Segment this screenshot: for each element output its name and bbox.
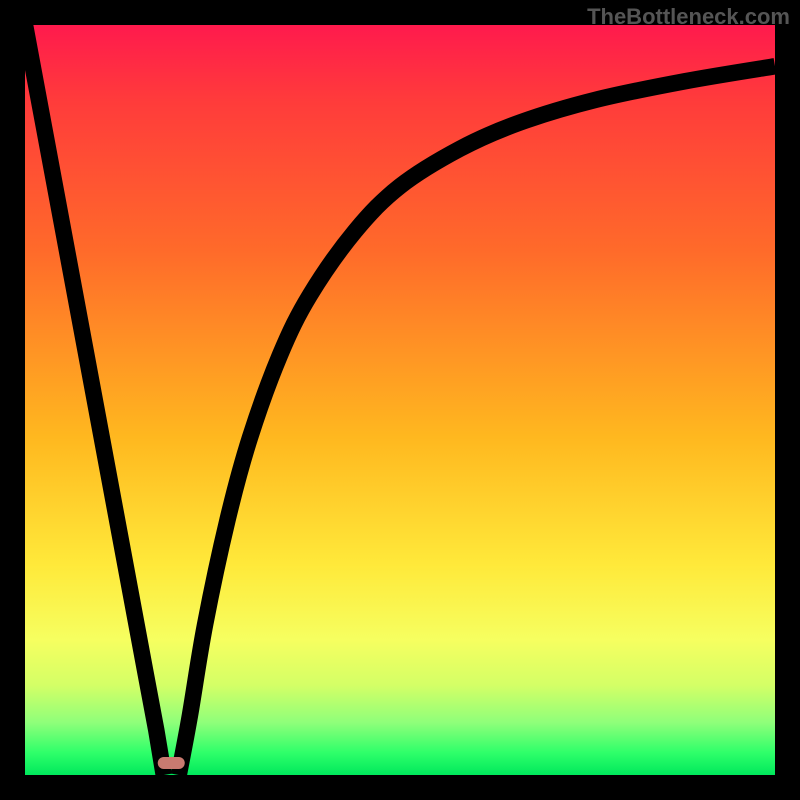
plot-area — [25, 25, 775, 775]
chart-svg — [25, 25, 775, 775]
minimum-marker — [158, 757, 185, 769]
chart-frame: TheBottleneck.com — [0, 0, 800, 800]
curve-right-segment — [179, 66, 775, 775]
curve-left-segment — [25, 25, 164, 775]
watermark-text: TheBottleneck.com — [587, 4, 790, 30]
